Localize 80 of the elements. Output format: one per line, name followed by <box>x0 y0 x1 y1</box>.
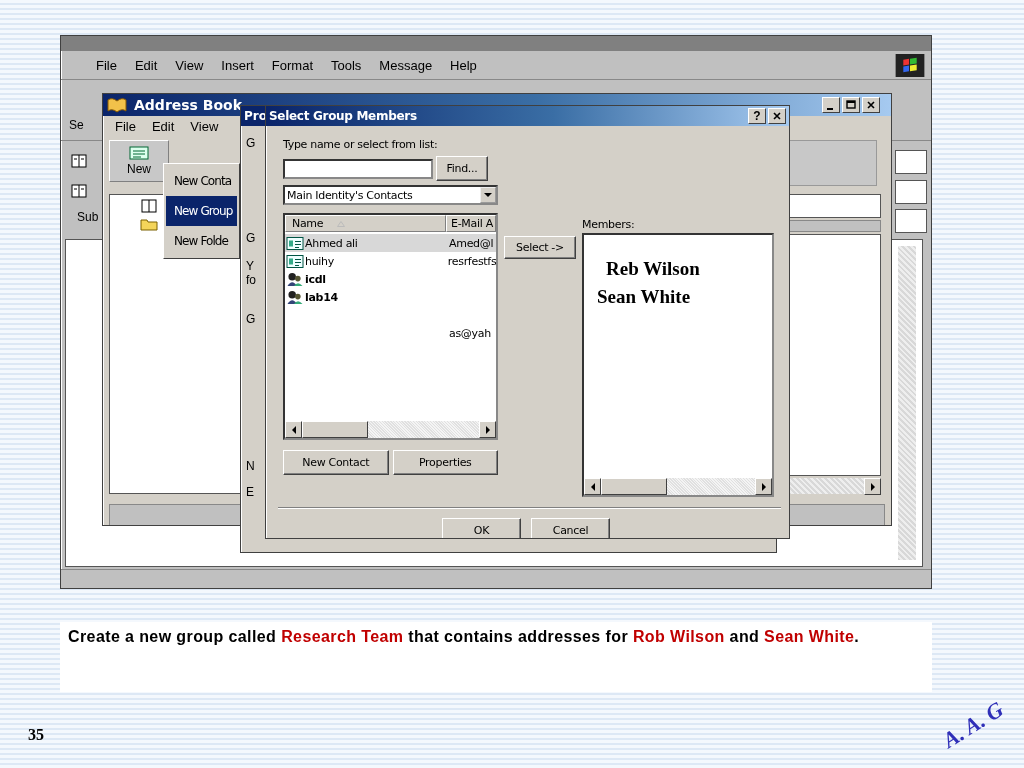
column-header[interactable]: E-Mail A <box>446 215 496 232</box>
contact-row[interactable]: lab14 <box>285 288 496 306</box>
people-icon <box>286 271 304 287</box>
scroll-right-button[interactable] <box>755 478 772 495</box>
close-button[interactable] <box>862 97 880 113</box>
menu-item[interactable]: New Group <box>166 196 237 226</box>
close-button[interactable] <box>768 108 786 124</box>
input-field[interactable] <box>895 180 927 204</box>
menu-item[interactable]: Tools <box>322 57 371 73</box>
member-name[interactable]: Sean White <box>584 283 772 311</box>
ok-button[interactable]: OK <box>442 518 521 538</box>
field-label: Sub <box>77 210 99 224</box>
people-icon <box>286 289 304 305</box>
contact-row[interactable]: as@yah <box>285 324 496 342</box>
signature: A. A. G <box>937 696 1008 754</box>
properties-button[interactable]: Properties <box>392 450 498 475</box>
scroll-left-button[interactable] <box>285 421 302 438</box>
contact-row[interactable]: icdl <box>285 270 496 288</box>
input-field[interactable] <box>895 209 927 233</box>
scrollbar[interactable] <box>898 246 916 560</box>
contact-card-icon <box>286 235 304 251</box>
contact-row[interactable]: Ahmed ali Amed@l <box>285 234 496 252</box>
scroll-right-button[interactable] <box>479 421 496 438</box>
menu-item[interactable]: New Conta <box>166 166 237 196</box>
toolbar-label[interactable]: Se <box>69 118 84 132</box>
instruction-text: Create a new group called Research Team that contains addresses for Rob Wilson and Sean White. <box>60 622 932 692</box>
prompt-label: Type name or select from list: <box>283 138 439 151</box>
contact-card-icon <box>129 146 149 160</box>
contact-card-icon <box>286 253 304 269</box>
source-dropdown[interactable]: Main Identity's Contacts <box>283 185 498 205</box>
book-icon <box>140 199 158 213</box>
input-field[interactable] <box>895 150 927 174</box>
page-number: 35 <box>28 726 44 744</box>
scroll-right-button[interactable] <box>864 478 881 495</box>
menu-item[interactable]: Message <box>370 57 442 73</box>
field-label: G <box>246 312 256 326</box>
column-header[interactable]: Name <box>285 215 446 232</box>
menu-item[interactable]: Edit <box>143 118 183 134</box>
menu-item[interactable]: New Folde <box>166 226 237 256</box>
menu-item[interactable]: Help <box>441 57 486 73</box>
scrollbar-thumb[interactable] <box>601 478 667 495</box>
members-label: Members: <box>582 218 636 231</box>
menu-item[interactable]: File <box>87 57 126 73</box>
minimize-button[interactable] <box>822 97 840 113</box>
close-icon <box>866 100 876 110</box>
scrollbar-thumb[interactable] <box>302 421 368 438</box>
field-label: E <box>246 485 254 499</box>
name-field[interactable] <box>283 158 433 179</box>
field-label: fo <box>246 273 256 287</box>
new-button[interactable]: New <box>109 140 169 182</box>
menu-item[interactable]: Format <box>262 57 322 73</box>
scroll-left-button[interactable] <box>584 478 601 495</box>
menu-item[interactable]: Insert <box>212 57 263 73</box>
field-label: G <box>246 231 256 245</box>
flag-icon <box>895 54 925 77</box>
menu-item[interactable]: File <box>107 118 144 134</box>
maximize-button[interactable] <box>842 97 860 113</box>
sort-icon <box>337 220 346 227</box>
member-name[interactable]: Reb Wilson <box>584 255 772 283</box>
field-label: G <box>246 136 256 150</box>
book-icon <box>71 154 87 168</box>
minimize-icon <box>826 107 833 110</box>
new-contact-button[interactable]: New Contact <box>283 450 389 475</box>
close-icon <box>772 111 782 121</box>
cancel-button[interactable]: Cancel <box>531 518 610 538</box>
book-icon <box>106 97 128 113</box>
field-label: N <box>246 459 255 473</box>
find-button[interactable]: Find... <box>436 156 488 181</box>
menu-item[interactable]: View <box>182 118 227 134</box>
help-button[interactable]: ? <box>748 108 766 124</box>
folder-icon <box>140 217 158 231</box>
contact-row[interactable]: huihy resrfestfs <box>285 252 496 270</box>
select-button[interactable]: Select -> <box>504 236 576 259</box>
menu-item[interactable]: View <box>166 57 213 73</box>
maximize-icon <box>846 100 856 110</box>
book-icon <box>71 184 87 198</box>
menu-item[interactable]: Edit <box>125 57 167 73</box>
window-title: Address Book <box>134 97 243 113</box>
field-label: Y <box>246 259 254 273</box>
window-title: Select Group Members <box>269 109 417 123</box>
